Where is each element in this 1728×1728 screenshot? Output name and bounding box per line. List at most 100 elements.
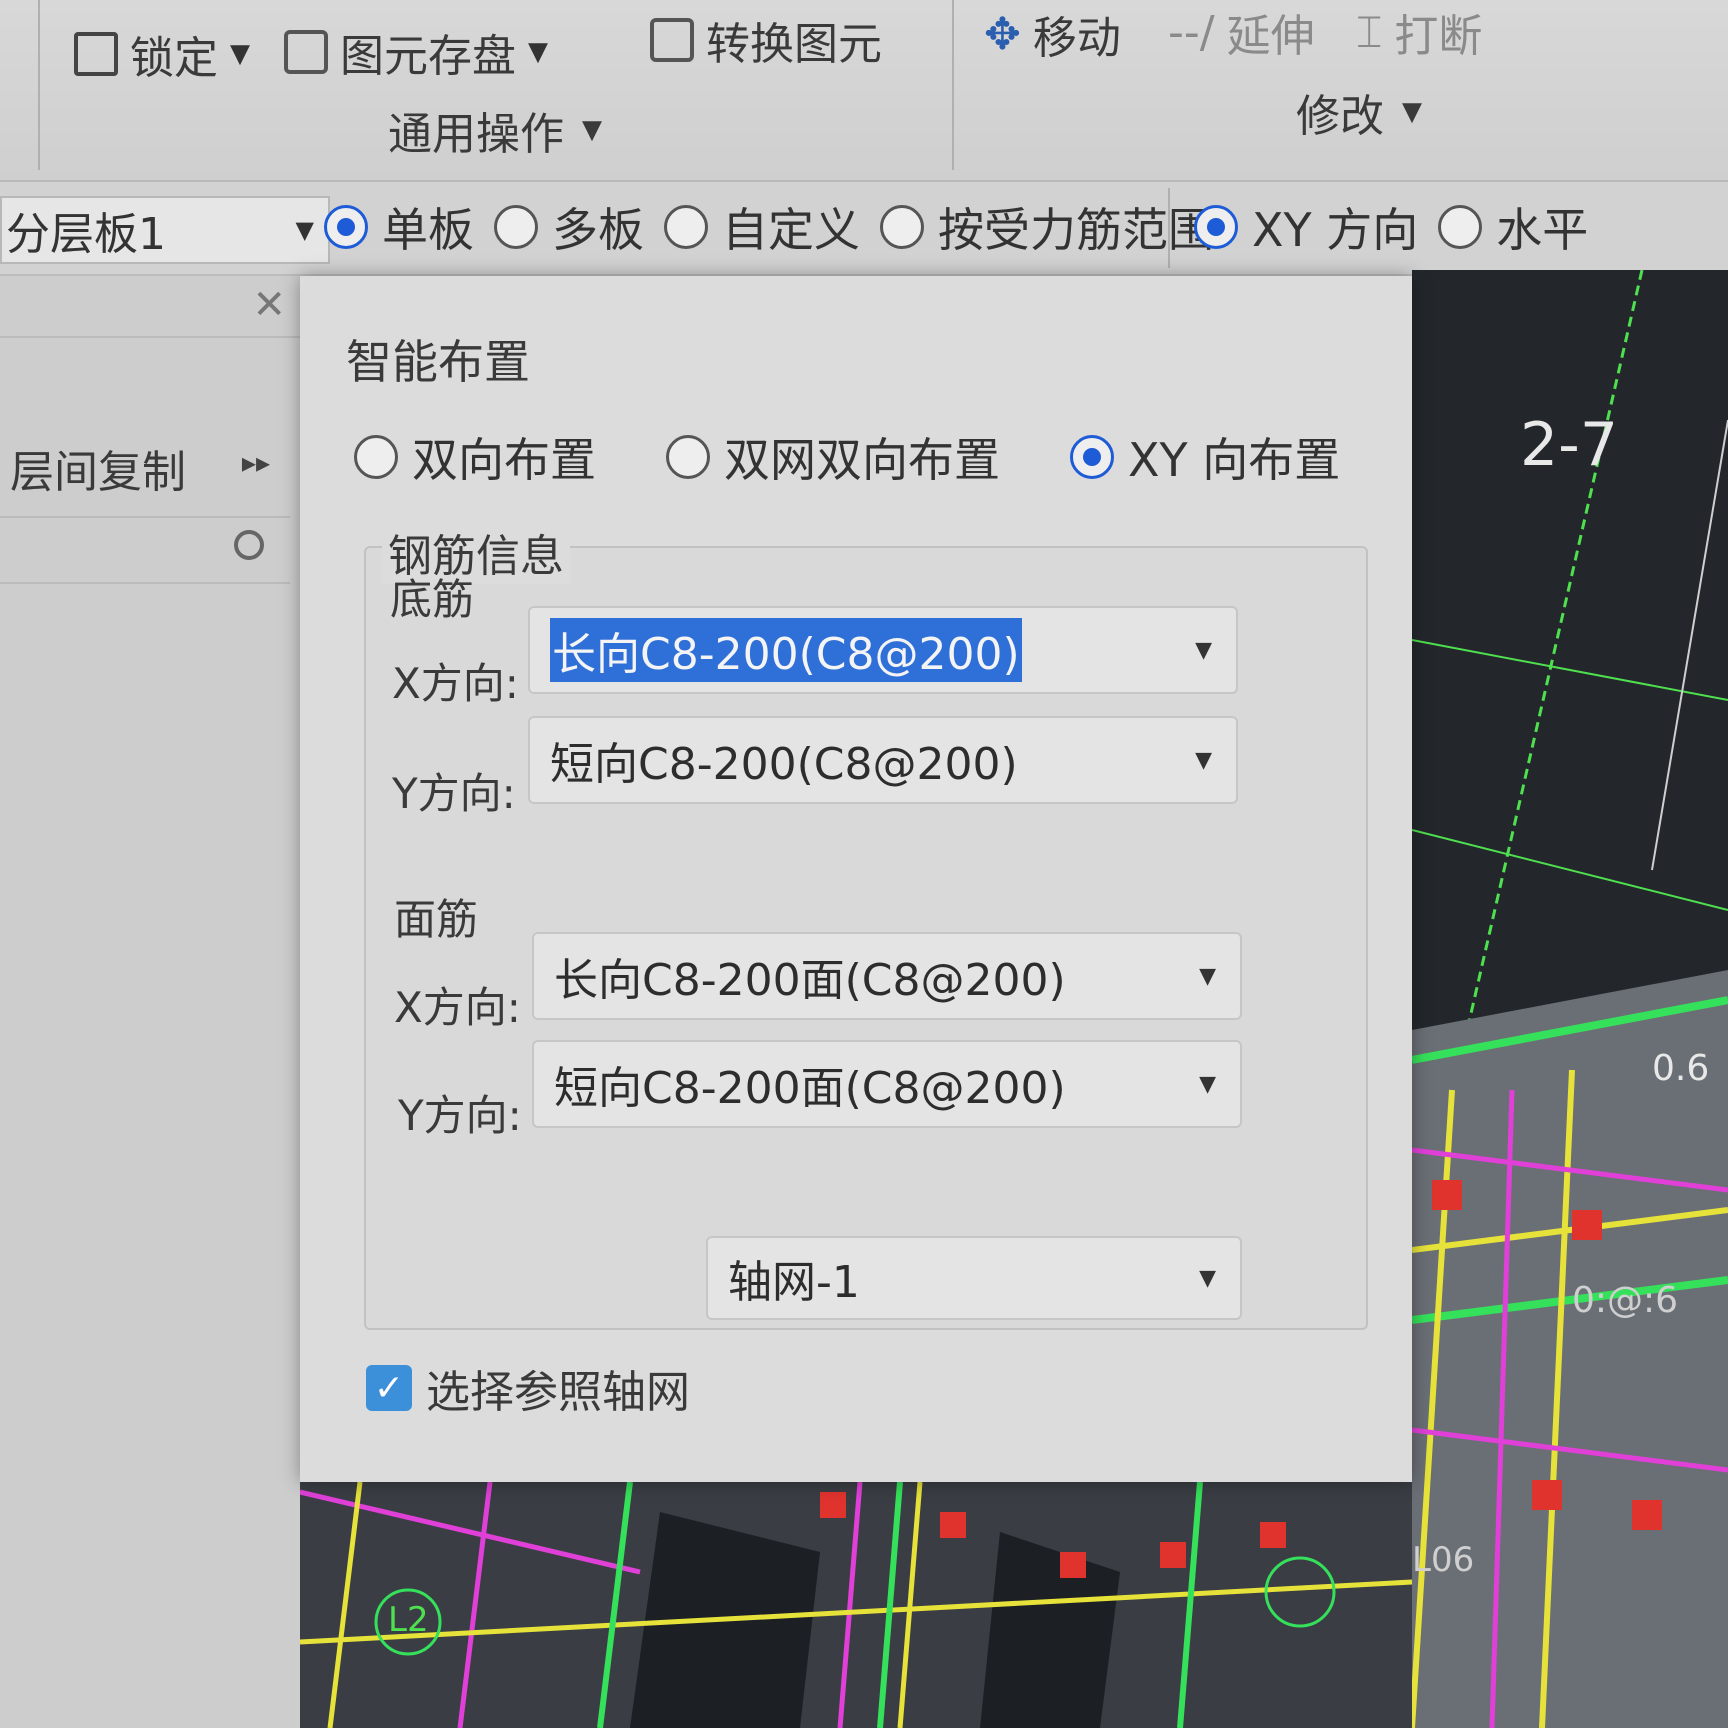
left-panel-header: ✕ (0, 276, 300, 338)
dialog-title: 智能布置 (346, 335, 530, 389)
radio-label: 双网双向布置 (724, 433, 1000, 487)
convert-elem-label: 转换图元 (706, 19, 882, 70)
extend-label: 延伸 (1226, 11, 1315, 62)
top-y-combo[interactable]: 短向C8-200面(C8@200) ▼ (532, 1040, 1242, 1128)
extend-icon: --/ (1168, 6, 1215, 58)
radio-label: 自定义 (722, 203, 860, 257)
bottom-y-label: Y方向: (392, 769, 516, 818)
extend-button[interactable]: --/ 延伸 (1168, 0, 1315, 64)
lock-icon (74, 32, 118, 76)
move-button[interactable]: ✥ 移动 (984, 2, 1121, 66)
layout-mode-radios: 单板 多板 自定义 按受力筋范围 (324, 194, 1214, 260)
cad-viewport-bottom[interactable]: L2 (300, 1482, 1412, 1728)
chevron-down-icon: ▼ (1195, 637, 1212, 663)
move-icon: ✥ (984, 8, 1021, 60)
radio-dot (666, 435, 710, 479)
close-icon[interactable]: ✕ (252, 282, 286, 328)
chevron-down-icon: ▼ (1199, 1071, 1216, 1097)
convert-elem-icon (650, 18, 694, 62)
top-y-label: Y方向: (398, 1091, 522, 1140)
radio-dot (1194, 205, 1238, 249)
radio-multi-slab[interactable]: 多板 (494, 194, 644, 260)
option-bar: 分层板1 ▼ 单板 多板 自定义 按受力筋范围 XY 方向 水平 (0, 182, 1728, 276)
ref-grid-checkbox[interactable]: ✓ (366, 1365, 412, 1411)
radio-xy-direction[interactable]: XY 方向 (1194, 194, 1418, 260)
modify-label: 修改 (1296, 91, 1384, 142)
beam-tag: L06 (1412, 1540, 1475, 1580)
chevron-down-icon: ▼ (1199, 1265, 1216, 1291)
left-panel-search[interactable] (0, 516, 290, 584)
radio-custom[interactable]: 自定义 (664, 194, 860, 260)
break-label: 打断 (1394, 11, 1483, 62)
chevron-down-icon: ▼ (1195, 747, 1212, 773)
beam-tag: L2 (388, 1600, 429, 1640)
search-icon (234, 530, 264, 560)
radio-by-rebar-range[interactable]: 按受力筋范围 (880, 194, 1214, 260)
ref-grid-row: ✓ 选择参照轴网 (366, 1356, 690, 1420)
layer-select-value: 分层板1 (6, 209, 166, 260)
layer-select[interactable]: 分层板1 ▼ (0, 196, 330, 264)
ribbon-separator (38, 0, 40, 170)
copy-between-floors-button[interactable]: 层间复制 (10, 436, 186, 500)
general-ops-label: 通用操作 (388, 109, 564, 160)
radio-label: 水平 (1496, 203, 1589, 257)
radio-label: XY 方向 (1252, 203, 1419, 257)
ref-grid-label: 选择参照轴网 (426, 1367, 690, 1418)
radio-dot (664, 205, 708, 249)
chevron-down-icon: ▼ (230, 39, 250, 69)
move-label: 移动 (1032, 13, 1121, 64)
top-x-combo[interactable]: 长向C8-200面(C8@200) ▼ (532, 932, 1242, 1020)
save-elem-icon (284, 30, 328, 74)
ref-grid-value: 轴网-1 (728, 1257, 860, 1308)
axis-label: 2-7 (1520, 410, 1618, 480)
chevron-down-icon: ▼ (1402, 97, 1422, 127)
cad-drawing-bottom (300, 1482, 1412, 1728)
top-y-value: 短向C8-200面(C8@200) (554, 1063, 1066, 1114)
chevron-down-icon: ▼ (1199, 963, 1216, 989)
save-elem-button[interactable]: 图元存盘 ▼ (284, 20, 548, 84)
radio-dot (494, 205, 538, 249)
radio-label: 双向布置 (412, 433, 596, 487)
top-x-label: X方向: (394, 983, 521, 1032)
modify-group[interactable]: 修改 ▼ (1296, 80, 1422, 144)
grid-line (1412, 829, 1728, 911)
radio-horizontal[interactable]: 水平 (1438, 194, 1588, 260)
radio-single-slab[interactable]: 单板 (324, 194, 474, 260)
expand-arrow-icon[interactable]: ▸▸ (242, 446, 270, 479)
radio-bidirectional[interactable]: 双向布置 (354, 424, 596, 490)
cad-viewport[interactable]: 2-7 0.6 0:@:6 L06 (1412, 270, 1728, 1728)
bottom-x-value: 长向C8-200(C8@200) (550, 618, 1022, 682)
general-ops-group[interactable]: 通用操作 ▼ (388, 98, 602, 162)
bottom-x-combo[interactable]: 长向C8-200(C8@200) ▼ (528, 606, 1238, 694)
bottom-y-combo[interactable]: 短向C8-200(C8@200) ▼ (528, 716, 1238, 804)
chevron-down-icon: ▼ (295, 216, 314, 244)
bottom-rebar-label: 底筋 (390, 575, 475, 624)
lock-label: 锁定 (130, 33, 218, 84)
radio-label: XY 向布置 (1128, 433, 1341, 487)
dimension-label: 0:@:6 (1572, 1280, 1679, 1321)
radio-label: 按受力筋范围 (938, 203, 1214, 257)
bottom-x-label: X方向: (392, 659, 519, 708)
radio-dot (324, 205, 368, 249)
dimension-label: 0.6 (1652, 1048, 1710, 1089)
layout-mode-group: 双向布置 双网双向布置 XY 向布置 (354, 424, 1340, 490)
ref-grid-combo[interactable]: 轴网-1 ▼ (706, 1236, 1242, 1320)
radio-dot (1070, 435, 1114, 479)
grid-line (1651, 419, 1728, 871)
direction-radios: XY 方向 水平 (1194, 194, 1588, 260)
radio-dot (354, 435, 398, 479)
convert-elem-button[interactable]: 转换图元 (650, 8, 882, 72)
chevron-down-icon: ▼ (582, 115, 602, 145)
lock-button[interactable]: 锁定 ▼ (74, 22, 250, 86)
ribbon-toolbar: 锁定 ▼ 图元存盘 ▼ 转换图元 通用操作 ▼ ✥ 移动 --/ 延伸 ⌶ 打断… (0, 0, 1728, 182)
break-icon: ⌶ (1356, 6, 1383, 58)
grid-line (1412, 639, 1728, 701)
cad-drawing (1412, 270, 1728, 1728)
radio-dot (1438, 205, 1483, 249)
radio-double-mesh-bidirectional[interactable]: 双网双向布置 (666, 424, 1000, 490)
chevron-down-icon: ▼ (528, 37, 548, 67)
radio-xy-layout[interactable]: XY 向布置 (1070, 424, 1340, 490)
top-x-value: 长向C8-200面(C8@200) (554, 955, 1066, 1006)
radio-label: 多板 (552, 203, 644, 257)
break-button[interactable]: ⌶ 打断 (1356, 0, 1482, 64)
